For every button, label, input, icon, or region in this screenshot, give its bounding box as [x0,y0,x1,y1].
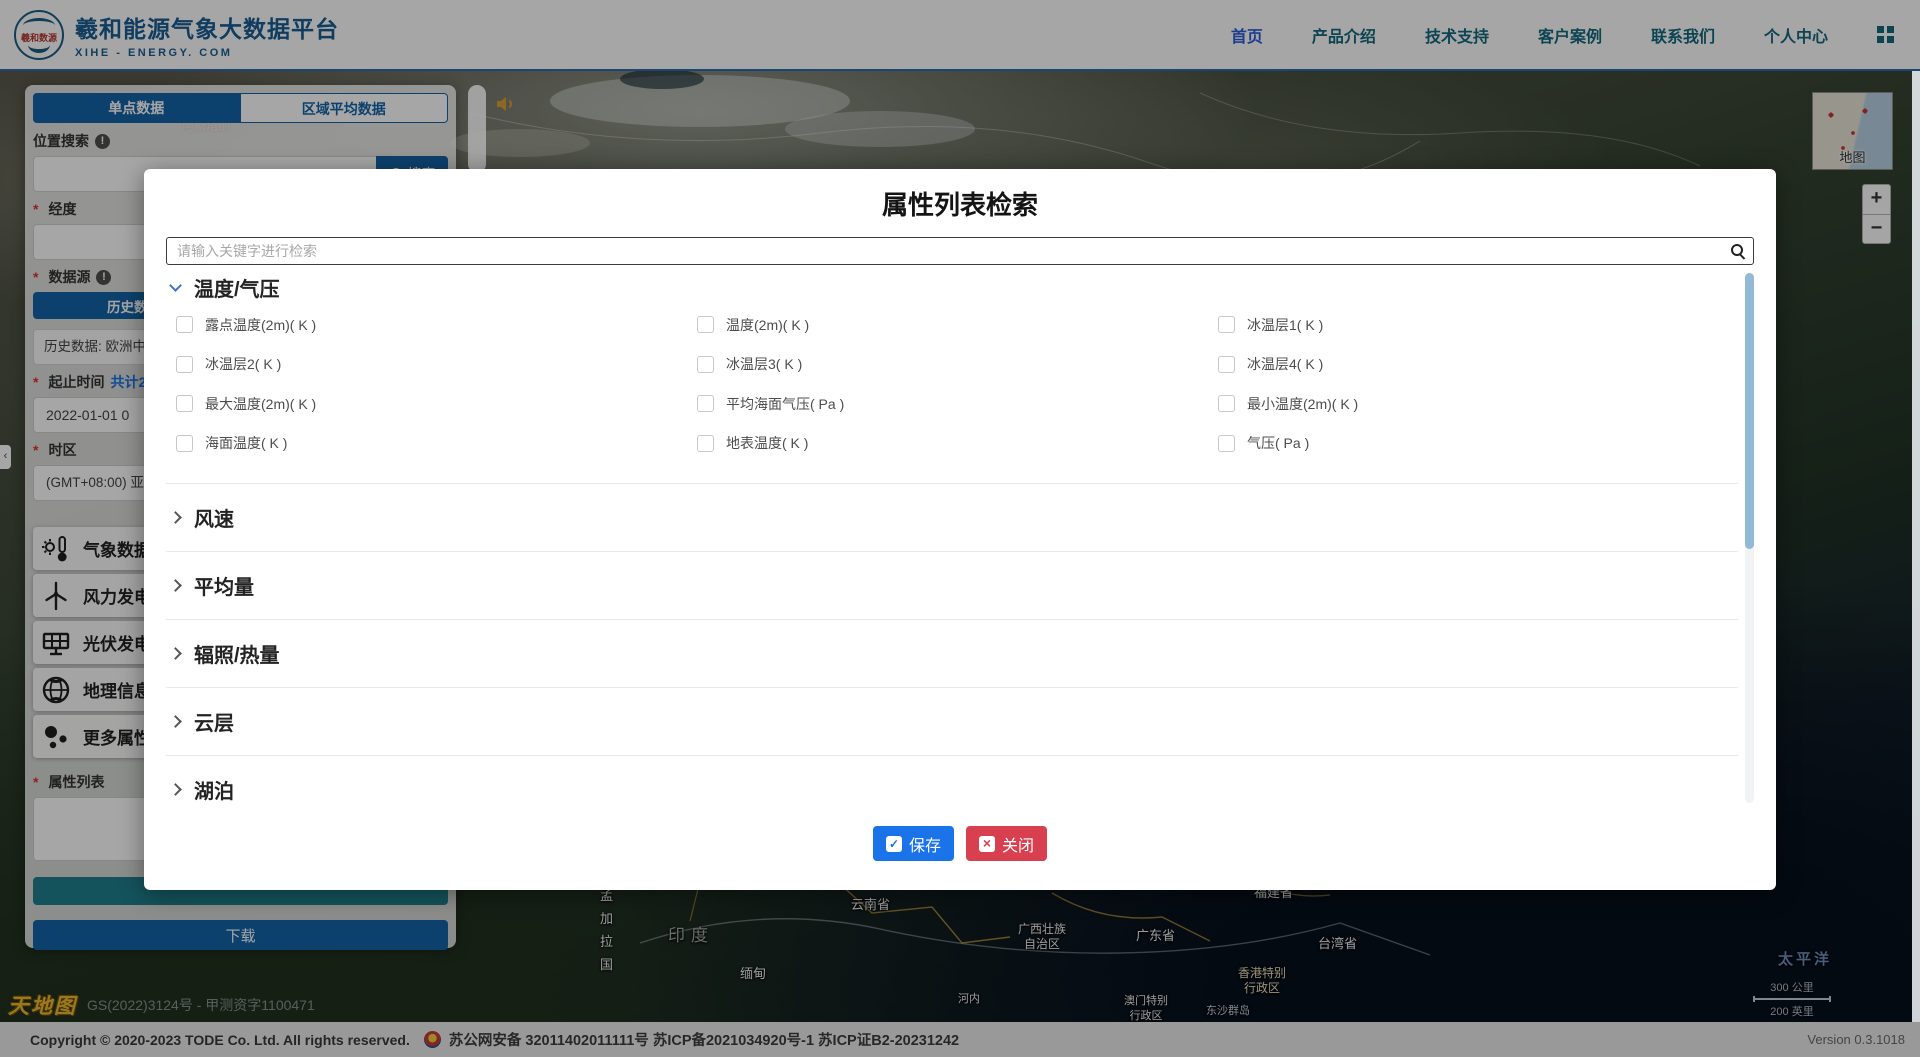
attr-item-ice-layer-4[interactable]: 冰温层4( K ) [1218,354,1738,374]
section-row-clouds[interactable]: 云层 [166,687,1738,755]
checkbox[interactable] [1218,435,1235,452]
chevron-right-icon [169,511,182,524]
modal-search-box [166,237,1754,265]
checkbox-label: 冰温层2( K ) [205,354,281,374]
save-button-label: 保存 [909,832,941,856]
attr-item-temp-2m[interactable]: 温度(2m)( K ) [697,315,1218,335]
checkbox[interactable] [1218,395,1235,412]
checkbox-label: 最大温度(2m)( K ) [205,394,316,414]
attribute-list: 温度/气压 露点温度(2m)( K ) 温度(2m)( K ) 冰温层1( K … [166,273,1754,803]
section-title: 风速 [194,503,234,532]
section-row-averages[interactable]: 平均量 [166,551,1738,619]
browser-scrollbar[interactable] [1912,71,1920,1022]
chevron-down-icon [169,279,182,292]
attr-item-mean-sea-pressure[interactable]: 平均海面气压( Pa ) [697,394,1218,414]
keyword-search-input[interactable] [166,237,1754,265]
close-button[interactable]: × 关闭 [966,826,1047,861]
attr-item-ice-layer-2[interactable]: 冰温层2( K ) [176,354,697,374]
modal-actions: ✓ 保存 × 关闭 [166,826,1754,861]
chevron-right-icon [169,579,182,592]
checkbox[interactable] [697,435,714,452]
close-icon: × [979,836,995,852]
chevron-right-icon [169,647,182,660]
section-title: 平均量 [194,571,254,600]
checkbox-label: 温度(2m)( K ) [726,315,809,335]
attr-item-min-temp[interactable]: 最小温度(2m)( K ) [1218,394,1738,414]
checkbox[interactable] [176,435,193,452]
attribute-search-modal: 属性列表检索 温度/气压 露点温度(2m)( K ) 温度(2m)( K ) 冰… [144,169,1776,890]
checkbox-label: 海面温度( K ) [205,433,287,453]
attr-item-ice-layer-3[interactable]: 冰温层3( K ) [697,354,1218,374]
check-icon: ✓ [886,836,902,852]
section-header-temperature-pressure[interactable]: 温度/气压 [166,273,1738,301]
checkbox[interactable] [697,356,714,373]
modal-scrollbar [1745,273,1754,803]
section-title: 温度/气压 [194,273,280,302]
attr-item-dew-point[interactable]: 露点温度(2m)( K ) [176,315,697,335]
scrollbar-thumb[interactable] [1745,273,1754,549]
section-title: 辐照/热量 [194,639,280,668]
section-row-lakes[interactable]: 湖泊 [166,755,1738,803]
checkbox[interactable] [1218,356,1235,373]
attr-item-surface-temp[interactable]: 地表温度( K ) [697,433,1218,453]
checkbox[interactable] [176,356,193,373]
checkbox[interactable] [176,316,193,333]
section-row-irradiance-heat[interactable]: 辐照/热量 [166,619,1738,687]
modal-title: 属性列表检索 [166,187,1754,223]
attr-item-ice-layer-1[interactable]: 冰温层1( K ) [1218,315,1738,335]
checkbox[interactable] [176,395,193,412]
checkbox-label: 冰温层4( K ) [1247,354,1323,374]
checkbox-label: 露点温度(2m)( K ) [205,315,316,335]
attribute-checkbox-grid: 露点温度(2m)( K ) 温度(2m)( K ) 冰温层1( K ) 冰温层2… [166,305,1738,463]
checkbox-label: 冰温层3( K ) [726,354,802,374]
section-title: 云层 [194,707,234,736]
checkbox-label: 平均海面气压( Pa ) [726,394,844,414]
close-button-label: 关闭 [1002,832,1034,856]
save-button[interactable]: ✓ 保存 [873,826,954,861]
checkbox-label: 冰温层1( K ) [1247,315,1323,335]
checkbox-label: 地表温度( K ) [726,433,808,453]
checkbox-label: 气压( Pa ) [1247,433,1309,453]
section-row-wind-speed[interactable]: 风速 [166,483,1738,551]
attr-item-sea-surface-temp[interactable]: 海面温度( K ) [176,433,697,453]
checkbox[interactable] [697,316,714,333]
checkbox[interactable] [697,395,714,412]
search-icon[interactable] [1730,243,1744,257]
checkbox[interactable] [1218,316,1235,333]
app-root: 阿斯塔纳 孟加拉国 缅甸 河内 云南省 广西壮族 自治区 广东省 福建省 台湾省… [0,0,1920,1057]
attr-item-pressure[interactable]: 气压( Pa ) [1218,433,1738,453]
checkbox-label: 最小温度(2m)( K ) [1247,394,1358,414]
attr-item-max-temp[interactable]: 最大温度(2m)( K ) [176,394,697,414]
chevron-right-icon [169,715,182,728]
chevron-right-icon [169,783,182,796]
section-title: 湖泊 [194,775,234,803]
